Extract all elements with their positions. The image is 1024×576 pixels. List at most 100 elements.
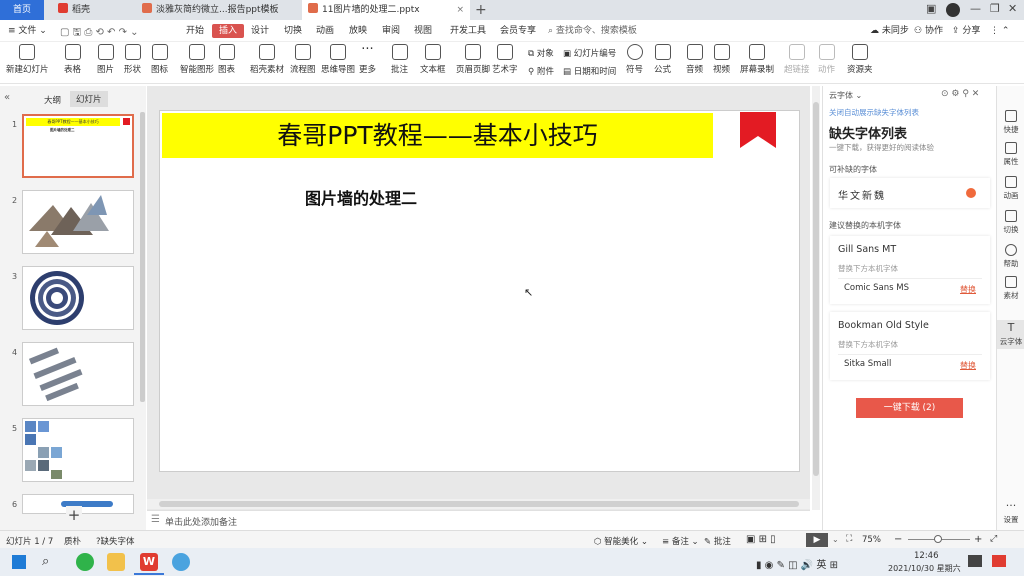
windows-start-icon[interactable] (12, 555, 26, 569)
slide-1[interactable]: 春哥PPT教程——基本小技巧 图片墙的处理二 (159, 110, 800, 472)
font-card-1[interactable]: 华文新魏 (830, 178, 990, 208)
search-icon[interactable]: ⌕ (42, 554, 49, 569)
mindmap-button[interactable]: 思维导图 (321, 44, 355, 75)
slide-title[interactable]: 春哥PPT教程——基本小技巧 (162, 113, 713, 158)
fit-icon[interactable]: ⛶ (846, 534, 852, 544)
action-button[interactable]: 动作 (818, 44, 835, 75)
panel-tool-icons[interactable]: ⊙ ⚙ ⚲ ✕ (941, 89, 979, 99)
file-menu[interactable]: ≡ 文件 ⌄ (8, 24, 47, 38)
new-slide-button[interactable]: 新建幻灯片 (6, 44, 49, 75)
picture-button[interactable]: 图片 (97, 44, 114, 75)
replacement-row[interactable]: Comic Sans MS 替换 (838, 278, 982, 296)
download-icon[interactable] (966, 188, 976, 198)
tab-slides[interactable]: 幻灯片 (70, 91, 108, 107)
command-search[interactable]: ⌕ 查找命令、搜索模板 (548, 24, 637, 38)
formula-button[interactable]: 公式 (654, 44, 671, 75)
video-button[interactable]: 视频 (713, 44, 730, 75)
minimize-icon[interactable]: — (970, 2, 981, 15)
slide-thumbnail-5[interactable] (22, 418, 134, 482)
wordart-button[interactable]: 艺术字 (492, 44, 518, 75)
slide-thumbnail-4[interactable] (22, 342, 134, 406)
datetime-button[interactable]: ▤ 日期和时间 (563, 65, 616, 77)
icon-button[interactable]: 图标 (151, 44, 168, 75)
object-button[interactable]: ⧉ 对象 (528, 47, 554, 59)
notes-toggle[interactable]: ≡ 备注 ⌄ (662, 535, 699, 547)
tab-home[interactable]: 首页 (0, 0, 44, 20)
font-card-3[interactable]: Bookman Old Style 替换下方本机字体 Sitka Small 替… (830, 312, 990, 380)
close-icon[interactable]: × (456, 0, 464, 20)
vbar-transition[interactable]: 切换 (997, 210, 1024, 235)
header-footer-button[interactable]: 页眉页脚 (456, 44, 490, 75)
add-slide-button[interactable]: + (66, 506, 82, 524)
menu-slideshow[interactable]: 放映 (349, 24, 367, 38)
scroll-thumb[interactable] (813, 102, 819, 476)
replace-button[interactable]: 替换 (960, 360, 976, 371)
menu-animation[interactable]: 动画 (316, 24, 334, 38)
tab-template[interactable]: 淡雅灰简约微立...报告ppt模板 (136, 0, 300, 20)
tab-daoke[interactable]: 稻壳 (52, 0, 126, 20)
attachment-button[interactable]: ⚲ 附件 (528, 65, 554, 77)
avatar[interactable] (946, 3, 960, 17)
vbar-quick[interactable]: 快捷 (997, 110, 1024, 135)
vbar-help[interactable]: 帮助 (997, 244, 1024, 269)
theme-name[interactable]: 质朴 (64, 535, 81, 547)
menu-view[interactable]: 视图 (414, 24, 432, 38)
comment-toggle[interactable]: ✎ 批注 (704, 535, 731, 547)
vbar-properties[interactable]: 属性 (997, 142, 1024, 167)
new-tab-button[interactable]: + (475, 0, 487, 20)
replacement-row[interactable]: Sitka Small 替换 (838, 354, 982, 372)
smartart-button[interactable]: 智能图形 (180, 44, 214, 75)
menu-design[interactable]: 设计 (251, 24, 269, 38)
close-auto-display-link[interactable]: 关闭自动展示缺失字体列表 (829, 107, 919, 118)
notes-area[interactable]: ☰ 单击此处添加备注 (147, 510, 810, 530)
slide-subtitle[interactable]: 图片墙的处理二 (305, 185, 417, 209)
menu-transition[interactable]: 切换 (284, 24, 302, 38)
share-button[interactable]: ⇪ 分享 (952, 24, 980, 38)
collab-button[interactable]: ⚇ 协作 (914, 24, 943, 38)
zoom-level[interactable]: 75% (862, 535, 881, 545)
play-icon[interactable]: ▶ (806, 533, 828, 547)
vbar-material[interactable]: 素材 (997, 276, 1024, 301)
menu-developer[interactable]: 开发工具 (450, 24, 486, 38)
comment-button[interactable]: 批注 (391, 44, 408, 75)
replace-button[interactable]: 替换 (960, 284, 976, 295)
audio-button[interactable]: 音频 (686, 44, 703, 75)
daoke-material-button[interactable]: 稻壳素材 (250, 44, 284, 75)
flowchart-button[interactable]: 流程图 (290, 44, 316, 75)
view-mode-icons[interactable]: ▣ ⊞ ▯ (746, 534, 776, 545)
app-icon[interactable] (172, 553, 190, 571)
vertical-scrollbar[interactable] (812, 86, 820, 510)
textbox-button[interactable]: 文本框 (420, 44, 446, 75)
menu-start[interactable]: 开始 (186, 24, 204, 38)
quick-access-icons[interactable]: ▢ 🖫 ⎙ ⟲ ↶ ↷ ⌄ (60, 25, 139, 42)
tab-current-file[interactable]: 11图片墙的处理二.pptx × (302, 0, 470, 20)
horizontal-scrollbar[interactable] (147, 499, 810, 509)
more-icon[interactable]: ⋮ ⌃ (990, 24, 1009, 38)
download-all-button[interactable]: 一键下载 (2) (856, 398, 963, 418)
more-button[interactable]: ··· 更多 (359, 43, 376, 75)
slide-thumbnail-3[interactable] (22, 266, 134, 330)
tab-outline[interactable]: 大纲 (44, 94, 61, 106)
vbar-settings[interactable]: ··· 设置 (997, 500, 1024, 525)
table-button[interactable]: 表格 (64, 44, 81, 75)
zoom-slider-thumb[interactable] (934, 535, 942, 543)
scroll-thumb[interactable] (159, 501, 799, 507)
browser-icon[interactable] (76, 553, 94, 571)
play-options-icon[interactable]: ⌄ (832, 535, 839, 544)
zoom-in-icon[interactable]: + (974, 534, 982, 545)
resource-folder-button[interactable]: 资源夹 (847, 44, 873, 75)
restore-icon[interactable]: ❐ (990, 2, 1000, 15)
menu-member[interactable]: 会员专享 (500, 24, 536, 38)
smart-beautify-button[interactable]: ⬡ 智能美化 ⌄ (594, 535, 648, 547)
slide-thumbnail-1[interactable]: 春哥PPT教程——基本小技巧 图片墙的处理二 (22, 114, 134, 178)
slide-number-button[interactable]: ▣ 幻灯片编号 (563, 47, 616, 59)
tray-app-icon[interactable] (992, 555, 1006, 567)
sync-status[interactable]: ☁ 未同步 (870, 24, 909, 38)
vbar-animation[interactable]: 动画 (997, 176, 1024, 201)
chart-button[interactable]: 图表 (218, 44, 235, 75)
fullscreen-icon[interactable]: ⤢ (990, 534, 997, 544)
zoom-out-icon[interactable]: − (894, 534, 902, 545)
symbol-button[interactable]: 符号 (626, 44, 643, 75)
panel-header[interactable]: 云字体 ⌄ (829, 90, 862, 101)
tray-icons[interactable]: ▮ ◉ ✎ ◫ 🔊 英 ⊞ (756, 556, 838, 571)
